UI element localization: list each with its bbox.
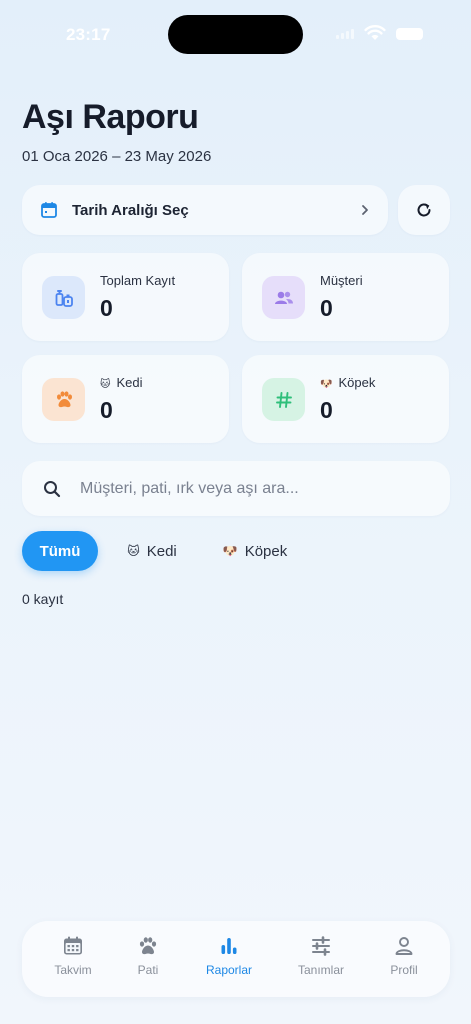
stat-label: Müşteri <box>320 273 363 288</box>
stat-label: Toplam Kayıt <box>100 273 176 288</box>
stat-label-text: Kedi <box>116 375 143 390</box>
sliders-icon <box>312 936 330 956</box>
filter-chip-all[interactable]: Tümü <box>22 531 98 571</box>
status-time: 23:17 <box>66 25 111 44</box>
calendar-icon <box>41 202 57 218</box>
tab-takvim[interactable]: Takvim <box>33 935 113 977</box>
stat-label: 🐱 Kedi <box>100 375 142 390</box>
stat-value: 0 <box>320 295 333 321</box>
stat-card-customers: Müşteri 0 <box>242 253 449 341</box>
filter-chip-label: Köpek <box>244 542 288 560</box>
stat-card-dogs: 🐶 Köpek 0 <box>242 355 449 443</box>
tab-label: Takvim <box>54 963 92 977</box>
tab-label: Tanımlar <box>297 963 344 977</box>
dynamic-island <box>168 15 303 54</box>
cat-emoji: 🐱 <box>127 544 140 558</box>
tab-raporlar[interactable]: Raporlar <box>189 935 269 977</box>
date-range-picker-button[interactable]: Tarih Aralığı Seç <box>22 185 388 235</box>
paw-icon <box>42 378 85 421</box>
cat-emoji: 🐱 <box>100 379 111 390</box>
paw-icon <box>139 937 157 955</box>
wifi-icon <box>364 25 386 40</box>
date-picker-label: Tarih Aralığı Seç <box>72 201 189 219</box>
refresh-button[interactable] <box>398 185 450 235</box>
filter-chip-cat[interactable]: 🐱 Kedi <box>114 531 190 571</box>
refresh-icon <box>417 203 431 217</box>
stat-value: 0 <box>100 397 113 423</box>
tab-label: Profil <box>390 963 418 977</box>
filter-chip-label: Kedi <box>146 542 177 560</box>
cellular-signal-icon <box>336 29 354 39</box>
dog-emoji: 🐶 <box>222 544 238 558</box>
calendar-icon <box>64 936 82 955</box>
person-icon <box>395 937 413 955</box>
filter-chip-dog[interactable]: 🐶 Köpek <box>210 531 300 571</box>
result-count: 0 kayıt <box>22 591 64 607</box>
tab-tanimlar[interactable]: Tanımlar <box>281 935 361 977</box>
search-input[interactable]: Müşteri, pati, ırk veya aşı ara... <box>22 461 450 516</box>
tab-label: Pati <box>137 963 159 977</box>
stat-label: 🐶 Köpek <box>320 375 375 390</box>
stat-label-text: Köpek <box>338 375 376 390</box>
battery-icon <box>396 28 423 40</box>
tab-label: Raporlar <box>205 963 253 977</box>
tab-pati[interactable]: Pati <box>108 935 188 977</box>
hash-icon <box>262 378 305 421</box>
chevron-right-icon <box>362 205 368 215</box>
page-title: Aşı Raporu <box>22 98 199 136</box>
search-placeholder: Müşteri, pati, ırk veya aşı ara... <box>80 479 299 497</box>
dog-emoji: 🐶 <box>320 379 333 390</box>
bar-chart-icon <box>221 938 237 954</box>
tab-profil[interactable]: Profil <box>364 935 444 977</box>
bottom-tab-bar: Takvim Pati Raporlar Tanımlar Profil <box>22 921 450 997</box>
stat-value: 0 <box>100 295 113 321</box>
stat-card-total: Toplam Kayıt 0 <box>22 253 229 341</box>
search-icon <box>44 480 61 497</box>
date-range: 01 Oca 2026 – 23 May 2026 <box>22 148 212 165</box>
stat-card-cats: 🐱 Kedi 0 <box>22 355 229 443</box>
group-icon <box>262 276 305 319</box>
vaccine-icon <box>42 276 85 319</box>
stat-value: 0 <box>320 397 333 423</box>
filter-chip-label: Tümü <box>39 542 81 560</box>
